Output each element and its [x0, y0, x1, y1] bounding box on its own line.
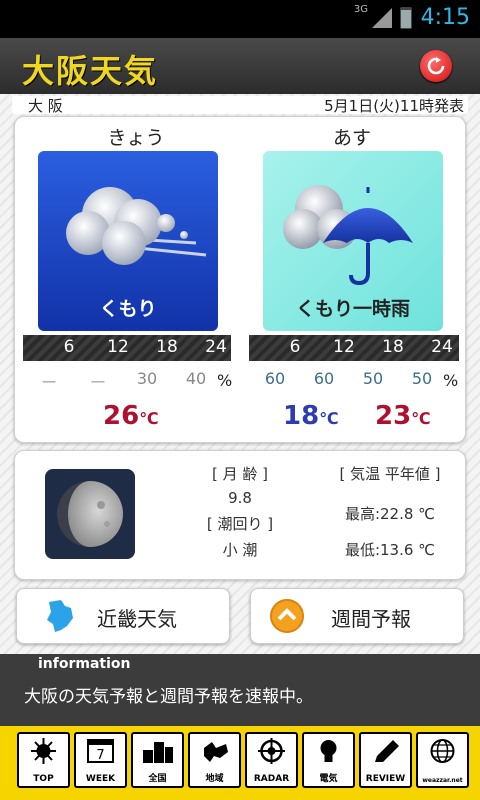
today-temp-value: 26: [103, 401, 140, 431]
temp-unit: ℃: [139, 409, 159, 428]
tomorrow-hours-bar: 6 12 18 24: [249, 335, 459, 361]
tab-label: RADAR: [253, 774, 290, 784]
percent-unit: %: [217, 371, 233, 390]
lightbulb-icon: [320, 740, 337, 762]
rain-chance: 50: [411, 369, 433, 388]
hokkaido-map-icon: [204, 742, 228, 762]
refresh-icon: [427, 57, 445, 75]
rain-chance: ー: [40, 373, 57, 392]
tomorrow-max-temp: 23℃: [375, 401, 431, 431]
kinki-map-icon: [47, 600, 73, 632]
today-hours-bar: 6 12 18 24: [23, 335, 231, 361]
svg-text:7: 7: [96, 748, 104, 763]
tomorrow-weather-text: くもり一時雨: [295, 298, 410, 320]
crosshair-icon: [258, 738, 285, 764]
clock: 4:15: [420, 5, 470, 30]
information-text: 大阪の天気予報と週間予報を速報中。: [24, 687, 313, 707]
moon-phase-image: [45, 469, 135, 559]
buildings-icon: [143, 742, 173, 763]
sun-icon: [31, 738, 56, 764]
regional-weather-button[interactable]: 近畿天気: [16, 588, 230, 644]
moon-age-value: 9.8: [228, 489, 252, 507]
tab-label: 電気: [319, 774, 338, 784]
tomorrow-forecast[interactable]: あす くもり一時雨 6 12 18 24 60 60 50 50 % 18℃ 2…: [241, 117, 463, 442]
bottom-tab-bar: TOP 7 WEEK 全国 地域 RADAR 電気 REVIEW weazzar…: [0, 726, 480, 800]
hour-label: 6: [289, 337, 301, 357]
app-header: 大阪天気: [0, 38, 480, 96]
rain-chance: ー: [89, 373, 106, 392]
tab-label: weazzar.net: [422, 777, 463, 784]
tomorrow-weather-panel: くもり一時雨: [263, 151, 443, 331]
rain-chance: 40: [185, 369, 207, 388]
today-max-temp: 26℃: [103, 401, 159, 431]
network-type: 3G: [353, 4, 368, 15]
cloudy-wind-icon: [66, 187, 207, 265]
tab-electricity[interactable]: 電気: [302, 732, 355, 788]
tab-label: WEEK: [85, 774, 116, 784]
tab-label: 地域: [205, 774, 224, 784]
hour-label: 24: [205, 337, 227, 357]
signal-icon: [372, 8, 392, 28]
percent-unit: %: [443, 371, 459, 390]
tab-label: 全国: [148, 774, 167, 784]
weekly-forecast-button[interactable]: 週間予報: [250, 588, 464, 644]
today-weather-text: くもり: [99, 298, 157, 320]
forecast-card: きょう くもり 6 12 18 24 ー ー 30 40 % 26℃ あす くも…: [14, 116, 466, 443]
hour-label: 6: [63, 337, 75, 357]
pencil-icon: [375, 740, 399, 762]
battery-icon: [400, 7, 412, 29]
tab-review[interactable]: REVIEW: [359, 732, 412, 788]
rain-chance: 50: [362, 369, 384, 388]
hour-label: 18: [156, 337, 178, 357]
min-temp-value: 18: [283, 401, 320, 431]
rain-chance: 60: [313, 369, 335, 388]
hour-label: 18: [382, 337, 404, 357]
tab-nationwide[interactable]: 全国: [131, 732, 184, 788]
tab-region[interactable]: 地域: [188, 732, 241, 788]
moon-age-label: [ 月 齢 ]: [211, 465, 268, 483]
city-name: 大 阪: [28, 97, 63, 115]
hour-label: 12: [333, 337, 355, 357]
today-weather-panel: くもり: [38, 151, 218, 331]
tab-label: REVIEW: [365, 774, 406, 784]
tab-week[interactable]: 7 WEEK: [74, 732, 127, 788]
normal-high: 最高:22.8 ℃: [344, 505, 436, 523]
tomorrow-min-temp: 18℃: [283, 401, 339, 431]
information-heading: information: [38, 656, 131, 672]
temp-unit: ℃: [411, 409, 431, 428]
regional-weather-label: 近畿天気: [97, 607, 177, 631]
tide-value: 小 潮: [222, 541, 258, 559]
issued-time: 5月1日(火)11時発表: [324, 97, 464, 115]
hour-label: 24: [431, 337, 453, 357]
today-forecast[interactable]: きょう くもり 6 12 18 24 ー ー 30 40 % 26℃: [15, 117, 237, 442]
temp-unit: ℃: [319, 409, 339, 428]
weekly-forecast-label: 週間予報: [331, 607, 411, 631]
rain-chance: 60: [264, 369, 286, 388]
tab-label: TOP: [33, 774, 54, 784]
app-title: 大阪天気: [22, 52, 159, 90]
max-temp-value: 23: [375, 401, 412, 431]
tab-top[interactable]: TOP: [17, 732, 70, 788]
moon-info-card: [ 月 齢 ] 9.8 [ 潮回り ] 小 潮 [ 気温 平年値 ] 最高:22…: [14, 450, 466, 580]
chevron-up-circle-icon: [270, 599, 304, 633]
calendar-7-icon: 7: [87, 739, 114, 763]
hour-label: 12: [107, 337, 129, 357]
information-panel: information 大阪の天気予報と週間予報を速報中。: [0, 654, 480, 726]
refresh-button[interactable]: [420, 50, 452, 82]
content-area: 大 阪 5月1日(火)11時発表 きょう くもり 6 12 18 24 ー ー …: [0, 94, 480, 654]
location-row: 大 阪 5月1日(火)11時発表: [12, 96, 468, 115]
tide-label: [ 潮回り ]: [206, 515, 274, 533]
today-label: きょう: [107, 127, 165, 149]
moon-icon: [57, 481, 123, 547]
rain-chance: 30: [136, 369, 158, 388]
normal-temp-label: [ 気温 平年値 ]: [339, 465, 441, 483]
normal-low: 最低:13.6 ℃: [344, 541, 436, 559]
tomorrow-label: あす: [332, 127, 371, 149]
tab-weazzar[interactable]: weazzar.net: [416, 732, 469, 788]
cloud-umbrella-icon: [283, 185, 413, 286]
globe-icon: [430, 739, 455, 763]
tab-radar[interactable]: RADAR: [245, 732, 298, 788]
status-bar: 3G 4:15: [0, 0, 480, 38]
